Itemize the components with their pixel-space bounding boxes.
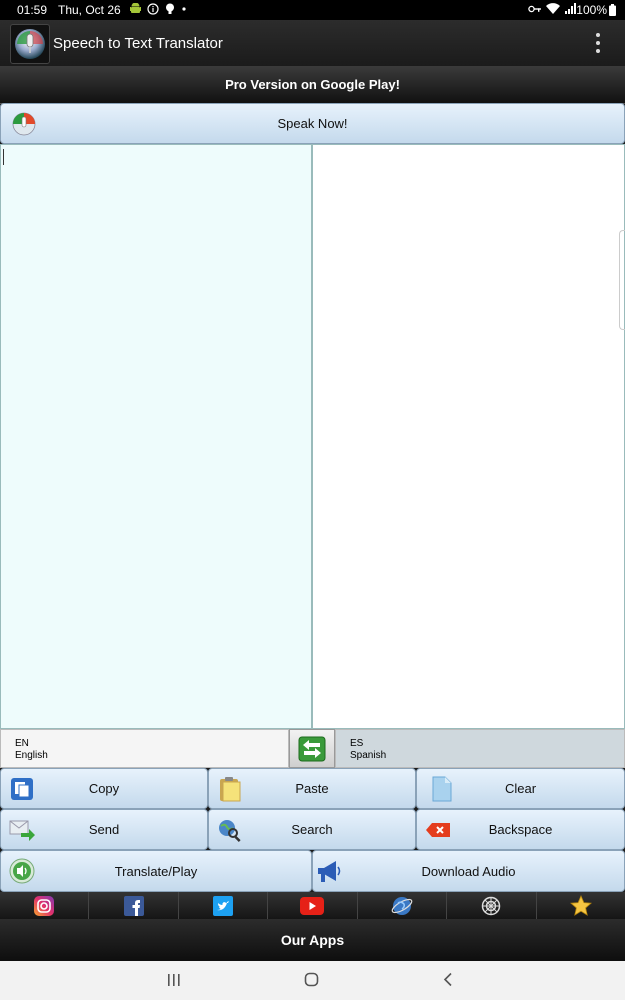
youtube-icon (300, 896, 325, 915)
send-button[interactable]: Send (0, 809, 208, 850)
download-audio-button[interactable]: Download Audio (312, 850, 625, 892)
swap-languages-button[interactable] (289, 729, 335, 768)
text-cursor (3, 149, 4, 165)
app-bar: Speech to Text Translator (0, 20, 625, 66)
blank-page-icon (432, 776, 452, 801)
backspace-icon (426, 822, 450, 837)
search-label: Search (291, 822, 333, 837)
translated-text-area[interactable] (312, 144, 625, 729)
info-icon (147, 3, 159, 15)
paste-button[interactable]: Paste (208, 768, 416, 809)
backspace-button[interactable]: Backspace (416, 809, 625, 850)
microphone-icon (12, 112, 36, 135)
dot-icon (182, 7, 186, 11)
send-label: Send (88, 822, 120, 837)
overflow-menu-icon[interactable] (590, 33, 606, 53)
target-language-code: ES (350, 738, 364, 749)
clear-label: Clear (504, 781, 537, 796)
facebook-link[interactable] (89, 892, 179, 919)
social-links-bar (0, 892, 625, 919)
copy-label: Copy (88, 781, 120, 796)
translate-play-label: Translate/Play (114, 863, 198, 879)
android-icon (130, 3, 141, 13)
system-nav-bar (0, 961, 625, 1000)
source-language-selector[interactable]: EN English (0, 729, 289, 768)
recent-apps-icon[interactable] (167, 973, 181, 987)
translate-play-button[interactable]: Translate/Play (0, 850, 312, 892)
settings-icon (482, 896, 501, 915)
pro-version-banner[interactable]: Pro Version on Google Play! (0, 66, 625, 104)
download-audio-label: Download Audio (421, 863, 516, 879)
copy-icon (11, 777, 33, 800)
app-title: Speech to Text Translator (53, 35, 223, 52)
bulb-icon (166, 3, 174, 14)
source-language-code: EN (15, 738, 29, 749)
speak-now-button[interactable]: Speak Now! (0, 103, 625, 144)
wifi-icon (546, 3, 560, 14)
star-icon (569, 894, 592, 916)
source-language-name: English (15, 750, 48, 761)
system-icons (528, 3, 577, 14)
battery-percent: 100% (576, 3, 607, 17)
microphone-logo-icon (15, 29, 45, 59)
source-text-area[interactable] (0, 144, 312, 729)
status-time: 01:59 (17, 3, 48, 17)
notification-icons (130, 3, 187, 15)
vpn-key-icon (528, 5, 541, 12)
instagram-icon (34, 895, 55, 916)
battery-icon (609, 4, 616, 16)
status-bar: 01:59 Thu, Oct 26 100% (0, 0, 625, 20)
web-icon (391, 896, 413, 915)
settings-link[interactable] (447, 892, 537, 919)
twitter-icon (213, 895, 234, 916)
twitter-link[interactable] (179, 892, 269, 919)
signal-icon (565, 3, 576, 14)
home-icon[interactable] (304, 972, 319, 987)
paste-label: Paste (295, 781, 329, 796)
target-language-name: Spanish (350, 750, 387, 761)
instagram-link[interactable] (0, 892, 90, 919)
edge-panel-handle[interactable] (619, 230, 625, 330)
clear-button[interactable]: Clear (416, 768, 625, 809)
copy-button[interactable]: Copy (0, 768, 208, 809)
our-apps-button[interactable]: Our Apps (0, 919, 625, 961)
megaphone-icon (318, 861, 341, 882)
status-date: Thu, Oct 26 (58, 3, 121, 17)
rate-link[interactable] (537, 892, 625, 919)
website-link[interactable] (358, 892, 448, 919)
send-mail-icon (9, 820, 35, 841)
target-language-selector[interactable]: ES Spanish (335, 729, 625, 768)
backspace-label: Backspace (488, 822, 553, 837)
swap-arrows-icon (298, 736, 326, 761)
youtube-link[interactable] (268, 892, 358, 919)
back-icon[interactable] (443, 972, 453, 987)
facebook-icon (123, 895, 144, 916)
search-globe-icon (219, 819, 241, 842)
search-button[interactable]: Search (208, 809, 416, 850)
clipboard-icon (220, 776, 241, 801)
speak-now-label: Speak Now! (277, 116, 348, 131)
speaker-play-icon (9, 858, 35, 884)
app-logo (10, 24, 50, 64)
